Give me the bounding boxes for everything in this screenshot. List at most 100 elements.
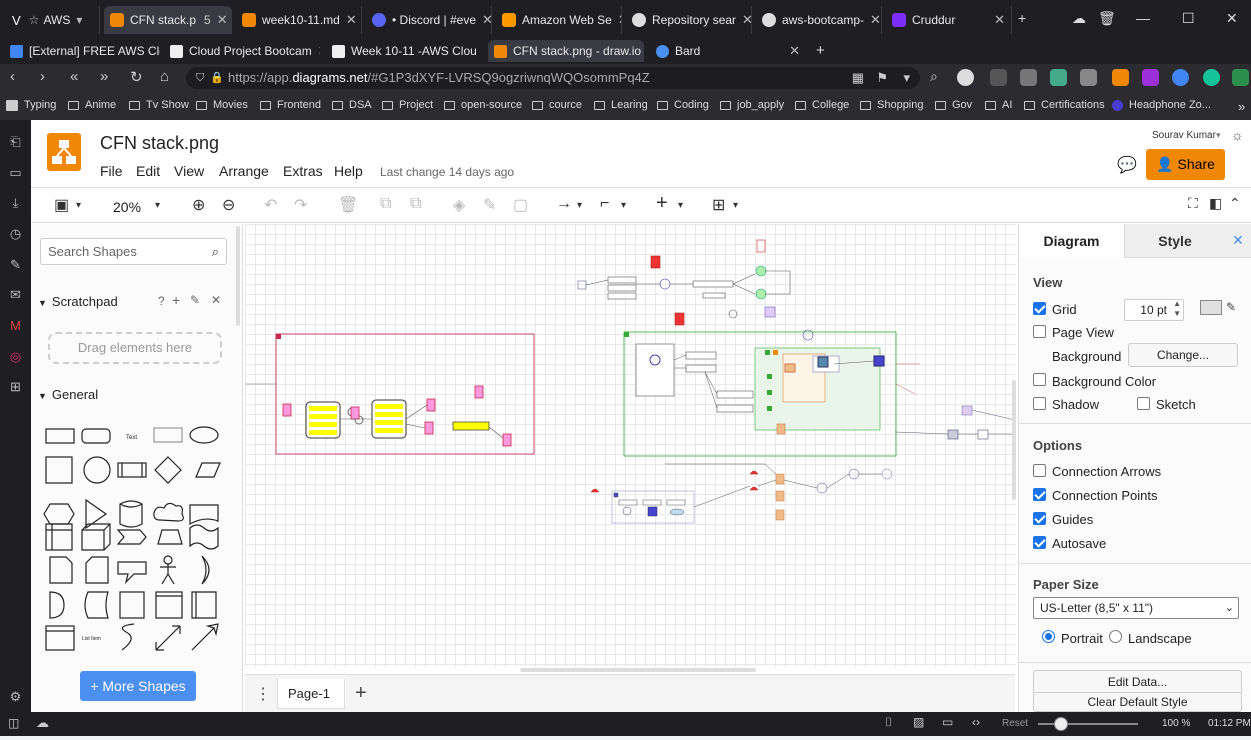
scratchpad-drop-zone[interactable]: Drag elements here bbox=[48, 332, 222, 364]
bookmark-item[interactable]: Movies bbox=[196, 99, 248, 111]
chevron-down-icon[interactable]: ▾ bbox=[76, 13, 82, 27]
edit-icon[interactable]: ✎ bbox=[190, 293, 200, 307]
sync-cloud-icon[interactable]: ☁ bbox=[36, 715, 49, 731]
cloud-icon[interactable]: ☁ bbox=[1072, 10, 1086, 27]
portrait-radio[interactable] bbox=[1042, 630, 1055, 643]
forward-button[interactable]: › bbox=[40, 68, 45, 85]
bookmark-item[interactable]: AI bbox=[985, 99, 1012, 111]
fast-forward-button[interactable]: » bbox=[100, 68, 108, 85]
extension-icon[interactable] bbox=[1142, 69, 1159, 86]
reload-button[interactable]: ↻ bbox=[130, 68, 143, 86]
zoom-out-icon[interactable]: ⊖ bbox=[222, 195, 235, 215]
browser-tab[interactable]: V ☆ AWS ▾ bbox=[6, 6, 100, 34]
download-icon[interactable]: ⤓ bbox=[8, 195, 23, 210]
pages-menu-icon[interactable]: ⋮ bbox=[255, 684, 271, 704]
extension-icon[interactable] bbox=[1172, 69, 1189, 86]
chevron-down-icon[interactable]: ▾ bbox=[903, 67, 910, 89]
profile-avatar[interactable] bbox=[957, 69, 974, 86]
page-tab[interactable]: Page-1 ⌃ bbox=[277, 679, 345, 730]
gmail-icon[interactable]: M bbox=[8, 318, 23, 333]
zoom-in-icon[interactable]: ⊕ bbox=[192, 195, 205, 215]
grid-checkbox[interactable] bbox=[1033, 302, 1046, 315]
connection-points-checkbox[interactable] bbox=[1033, 488, 1046, 501]
fill-color-icon[interactable]: ◈ bbox=[453, 195, 465, 215]
menu-help[interactable]: Help bbox=[334, 163, 363, 179]
address-bar[interactable]: ⛉ 🔒 https://app.diagrams.net/#G1P3dXYF-L… bbox=[186, 67, 920, 89]
history-icon[interactable]: ◷ bbox=[8, 226, 23, 241]
bookmark-item[interactable]: Project bbox=[382, 99, 433, 111]
images-icon[interactable]: ▨ bbox=[913, 715, 924, 729]
line-color-icon[interactable]: ✎ bbox=[483, 195, 496, 215]
bookmark-item[interactable]: Headphone Zo... bbox=[1112, 99, 1211, 111]
menu-edit[interactable]: Edit bbox=[136, 163, 160, 179]
instagram-icon[interactable]: ◎ bbox=[8, 349, 23, 364]
menu-view[interactable]: View bbox=[174, 163, 204, 179]
browser-tab[interactable]: • Discord | #eve ✕ bbox=[366, 6, 492, 34]
close-icon[interactable]: ✕ bbox=[476, 12, 491, 28]
chevron-down-icon[interactable]: ▾ bbox=[577, 200, 582, 211]
maximize-button[interactable]: ☐ bbox=[1182, 10, 1195, 27]
home-button[interactable]: ⌂ bbox=[160, 68, 169, 85]
browser-tab[interactable]: CFN stack.png - draw.io bbox=[488, 40, 644, 62]
paper-size-select[interactable]: US-Letter (8,5" x 11") ⌄ bbox=[1033, 597, 1239, 619]
change-background-button[interactable]: Change... bbox=[1128, 343, 1238, 367]
eyedropper-icon[interactable]: ✎ bbox=[1226, 300, 1236, 314]
autosave-checkbox[interactable] bbox=[1033, 536, 1046, 549]
search-icon[interactable]: ⌕ bbox=[930, 68, 938, 85]
browser-tab[interactable]: Cloud Project Bootcam ✕ bbox=[164, 40, 320, 62]
help-icon[interactable]: ? bbox=[158, 294, 165, 308]
spin-icon[interactable]: ▲ ▼ bbox=[1173, 299, 1181, 319]
bookmark-item[interactable]: DSA bbox=[332, 99, 372, 111]
general-header[interactable]: ▼ General bbox=[38, 387, 98, 402]
menu-file[interactable]: File bbox=[100, 163, 123, 179]
browser-tab[interactable]: Amazon Web Se ✕ bbox=[496, 6, 622, 34]
extension-icon[interactable] bbox=[1020, 69, 1037, 86]
tab-style[interactable]: Style bbox=[1125, 224, 1225, 258]
bookmark-item[interactable]: open-source bbox=[444, 99, 522, 111]
close-panel-icon[interactable]: ✕ bbox=[1225, 224, 1251, 258]
toggle-panel-icon[interactable]: ◧ bbox=[1209, 195, 1222, 212]
sketch-checkbox[interactable] bbox=[1137, 397, 1150, 410]
menu-extras[interactable]: Extras bbox=[283, 163, 323, 179]
clear-default-style-button[interactable]: Clear Default Style bbox=[1033, 692, 1242, 712]
browser-tab[interactable]: Cruddur ✕ bbox=[886, 6, 1012, 34]
to-front-icon[interactable]: ⧉ bbox=[380, 195, 391, 213]
horizontal-scrollbar[interactable] bbox=[520, 668, 756, 672]
extension-icon[interactable] bbox=[1232, 69, 1249, 86]
bookmark-item[interactable]: Anime bbox=[68, 99, 116, 111]
zoom-level[interactable]: 20% bbox=[113, 199, 141, 215]
extension-icon[interactable] bbox=[1112, 69, 1129, 86]
page-tiling-icon[interactable]: ▭ bbox=[942, 715, 953, 729]
zoom-slider[interactable] bbox=[1038, 717, 1138, 731]
add-panel-icon[interactable]: ⊞ bbox=[8, 379, 23, 394]
comment-icon[interactable]: 💬 bbox=[1117, 155, 1137, 175]
shapes-scrollbar[interactable] bbox=[236, 226, 240, 326]
extension-icon[interactable] bbox=[1050, 69, 1067, 86]
qr-icon[interactable]: ▦ bbox=[852, 67, 864, 89]
waypoints-icon[interactable]: ⌐ bbox=[600, 195, 609, 213]
table-icon[interactable]: ⊞ bbox=[712, 195, 725, 215]
delete-icon[interactable]: 🗑 bbox=[338, 195, 358, 215]
extension-icon[interactable] bbox=[990, 69, 1007, 86]
close-window-button[interactable]: ✕ bbox=[1226, 10, 1238, 27]
diagram-canvas[interactable] bbox=[245, 224, 1015, 667]
close-icon[interactable]: ✕ bbox=[211, 12, 228, 28]
trash-icon[interactable]: 🗑 bbox=[1098, 10, 1116, 27]
chevron-down-icon[interactable]: ▾ bbox=[621, 200, 626, 211]
insert-icon[interactable]: + bbox=[656, 192, 668, 215]
add-icon[interactable]: + bbox=[172, 292, 180, 308]
add-page-icon[interactable]: + bbox=[355, 682, 367, 705]
browser-tab[interactable]: week10-11.md ✕ bbox=[236, 6, 362, 34]
chevron-down-icon[interactable]: ▾ bbox=[733, 200, 738, 211]
bookmark-item[interactable]: Learing bbox=[594, 99, 648, 111]
mail-icon[interactable]: ✉ bbox=[8, 287, 23, 302]
collapse-icon[interactable]: ⌃ bbox=[1229, 195, 1241, 212]
bookmark-item[interactable]: Coding bbox=[657, 99, 709, 111]
connection-arrows-checkbox[interactable] bbox=[1033, 464, 1046, 477]
close-icon[interactable]: ✕ bbox=[864, 12, 881, 28]
rewind-button[interactable]: « bbox=[70, 68, 78, 85]
tab-diagram[interactable]: Diagram bbox=[1019, 224, 1125, 258]
chevron-down-icon[interactable]: ▾ bbox=[1216, 130, 1221, 141]
more-shapes-button[interactable]: + More Shapes bbox=[80, 671, 196, 701]
chevron-down-icon[interactable]: ▾ bbox=[155, 200, 160, 211]
